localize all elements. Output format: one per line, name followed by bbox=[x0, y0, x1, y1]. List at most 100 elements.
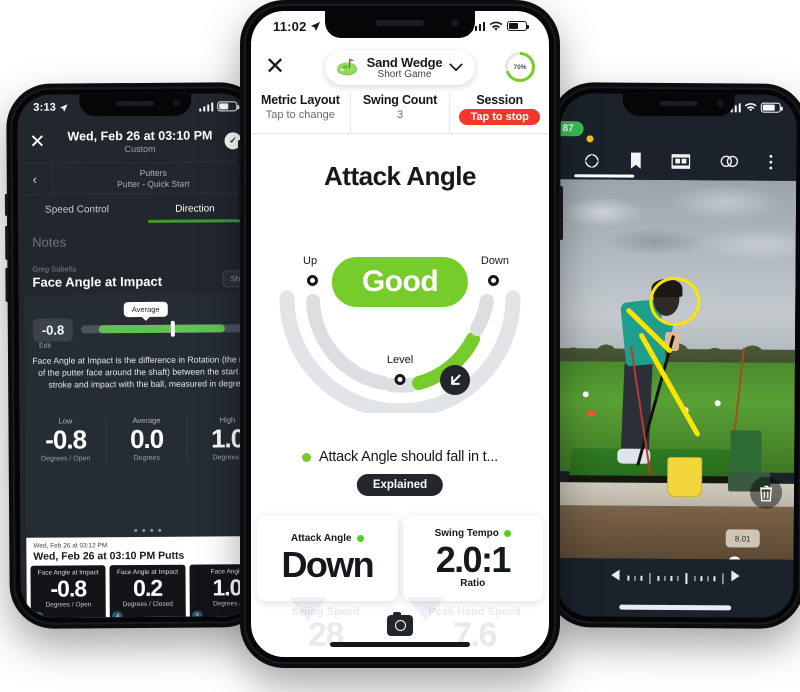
center-phone-device: 11:02 ✕ Sand Wedge Short Game 70% Metric… bbox=[237, 0, 563, 668]
filmstrip-icon[interactable] bbox=[671, 153, 691, 169]
card-attack-angle[interactable]: Attack Angle Down bbox=[257, 516, 398, 601]
card-swing-tempo-value: 2.0:1 bbox=[435, 539, 512, 581]
chevron-down-icon bbox=[449, 63, 463, 71]
gauge-label-level: Level bbox=[386, 354, 414, 366]
close-icon[interactable]: ✕ bbox=[265, 55, 295, 79]
center-phone-volume-up[interactable] bbox=[237, 140, 241, 166]
left-phone-volume-down[interactable] bbox=[5, 225, 9, 260]
left-list-header: Wed, Feb 26 at 03:12 PM Wed, Feb 26 at 0… bbox=[26, 536, 257, 566]
card-swing-tempo-header: Swing Tempo bbox=[435, 528, 511, 539]
center-phone-volume-down[interactable] bbox=[237, 178, 241, 220]
club-selector-wrap: Sand Wedge Short Game bbox=[295, 49, 505, 85]
session-cell: Session Tap to stop bbox=[450, 93, 549, 133]
close-icon[interactable]: ✕ bbox=[29, 131, 55, 152]
advice-row: Attack Angle should fall in t... bbox=[251, 449, 549, 465]
left-bottom-list: Wed, Feb 26 at 03:12 PM Wed, Feb 26 at 0… bbox=[26, 536, 257, 618]
left-tile-1-number: 5 bbox=[32, 611, 44, 618]
left-status-time-group: 3:13 bbox=[33, 101, 68, 114]
left-session-title: Wed, Feb 26 at 03:10 PM bbox=[67, 127, 213, 143]
left-metric-card: Average -0.8 Edit Face Angle at Impact i… bbox=[24, 293, 257, 538]
left-status-time: 3:13 bbox=[33, 101, 57, 114]
ball-crate bbox=[730, 430, 762, 473]
prev-frame-icon[interactable] bbox=[609, 569, 620, 587]
frame-divider-2 bbox=[685, 572, 687, 584]
status-dot bbox=[356, 535, 364, 543]
card-swing-tempo-unit: Ratio bbox=[460, 577, 486, 589]
cellular-signal-icon bbox=[198, 101, 214, 112]
right-bottom-bar bbox=[557, 558, 794, 618]
tab-direction[interactable]: Direction bbox=[136, 203, 254, 215]
left-phone-volume-up[interactable] bbox=[4, 193, 9, 216]
left-phone-mute-switch[interactable] bbox=[5, 267, 9, 302]
status-dot bbox=[503, 530, 511, 538]
left-header: ✕ Wed, Feb 26 at 03:10 PM Custom ✓ bbox=[17, 119, 253, 163]
center-status-time-group: 11:02 bbox=[273, 19, 321, 34]
range-target-4 bbox=[586, 410, 596, 417]
frame-ticks-3[interactable] bbox=[693, 575, 715, 581]
right-video-frame[interactable]: 8.01 bbox=[557, 179, 797, 560]
location-arrow-icon bbox=[59, 103, 68, 112]
card-attack-angle-title: Attack Angle bbox=[290, 533, 352, 545]
center-home-indicator[interactable] bbox=[330, 642, 470, 647]
left-edit-label[interactable]: Edit bbox=[39, 343, 51, 350]
arrow-down-left-icon[interactable] bbox=[440, 365, 470, 395]
metric-layout-cell[interactable]: Metric Layout Tap to change bbox=[251, 93, 351, 133]
compare-overlap-icon[interactable] bbox=[719, 154, 739, 168]
gauge-mark-up bbox=[307, 275, 318, 286]
frame-divider-3 bbox=[721, 572, 724, 584]
metric-layout-header: Metric Layout bbox=[261, 93, 340, 107]
center-notch bbox=[325, 11, 475, 38]
frame-ticks-2[interactable] bbox=[657, 575, 679, 581]
left-tile-1[interactable]: Face Angle at Impact -0.8 Degrees / Open… bbox=[30, 565, 107, 618]
right-toolbar bbox=[560, 145, 796, 177]
frame-ticks-1[interactable] bbox=[627, 575, 642, 581]
next-frame-icon[interactable] bbox=[730, 569, 741, 587]
right-top-scrubber[interactable] bbox=[574, 174, 635, 178]
left-notes-placeholder[interactable]: Notes bbox=[32, 234, 66, 249]
club-selector[interactable]: Sand Wedge Short Game bbox=[324, 49, 476, 85]
center-phone-power-button[interactable] bbox=[559, 186, 563, 240]
left-metric-description: Face Angle at Impact is the difference i… bbox=[32, 354, 257, 391]
left-subheader-line2: Putter - Quick Start bbox=[117, 178, 190, 189]
left-stat-low-value: -0.8 bbox=[45, 424, 87, 455]
center-status-icons bbox=[470, 21, 529, 32]
gauge-label-down: Down bbox=[480, 255, 509, 267]
stop-session-button[interactable]: Tap to stop bbox=[459, 109, 540, 125]
explained-button[interactable]: Explained bbox=[356, 474, 444, 496]
annotation-head-circle bbox=[648, 276, 701, 327]
left-tile-2[interactable]: Face Angle at Impact 0.2 Degrees / Close… bbox=[109, 564, 186, 618]
more-vertical-icon[interactable] bbox=[769, 153, 774, 170]
center-front-camera bbox=[451, 19, 459, 27]
left-speaker bbox=[116, 100, 155, 107]
battery-icon bbox=[760, 102, 781, 113]
circle-crop-icon[interactable] bbox=[583, 152, 600, 169]
bookmark-icon[interactable] bbox=[629, 152, 642, 170]
tab-speed-control[interactable]: Speed Control bbox=[18, 204, 136, 216]
left-page-dots[interactable] bbox=[26, 528, 257, 533]
wifi-icon bbox=[489, 21, 503, 31]
advice-text: Attack Angle should fall in t... bbox=[319, 449, 498, 465]
card-swing-tempo[interactable]: Swing Tempo 2.0:1 Ratio bbox=[402, 516, 543, 601]
left-session-subtitle: Custom bbox=[124, 143, 156, 154]
card-swing-tempo-title: Swing Tempo bbox=[434, 528, 499, 540]
center-speaker bbox=[376, 20, 424, 26]
card-attack-angle-header: Attack Angle bbox=[291, 533, 364, 544]
trash-icon[interactable] bbox=[749, 476, 783, 509]
right-home-indicator[interactable] bbox=[619, 604, 732, 611]
ghost-card-peak-hand-speed: Peak Hand Speed 7.6 bbox=[400, 606, 549, 657]
recording-dot-icon bbox=[586, 135, 594, 143]
golf-green-icon bbox=[336, 58, 357, 76]
club-selector-text: Sand Wedge Short Game bbox=[367, 55, 443, 80]
left-author-name: Greg Sabella bbox=[32, 264, 77, 274]
gauge-mark-level bbox=[394, 374, 406, 385]
center-phone-screen: 11:02 ✕ Sand Wedge Short Game 70% Metric… bbox=[251, 11, 549, 657]
left-stats-row: Low -0.8 Degrees / Open Average 0.0 Degr… bbox=[25, 415, 256, 464]
left-list-title: Wed, Feb 26 at 03:10 PM Putts bbox=[33, 549, 185, 563]
left-slider-knob[interactable] bbox=[170, 320, 175, 337]
left-slider-track[interactable] bbox=[80, 320, 257, 337]
left-front-camera bbox=[173, 99, 181, 107]
right-video-timestamp: 8.01 bbox=[725, 529, 760, 548]
camera-icon[interactable] bbox=[387, 612, 413, 636]
chevron-left-icon[interactable]: ‹ bbox=[17, 163, 53, 194]
left-stat-low: Low -0.8 Degrees / Open bbox=[25, 416, 107, 464]
